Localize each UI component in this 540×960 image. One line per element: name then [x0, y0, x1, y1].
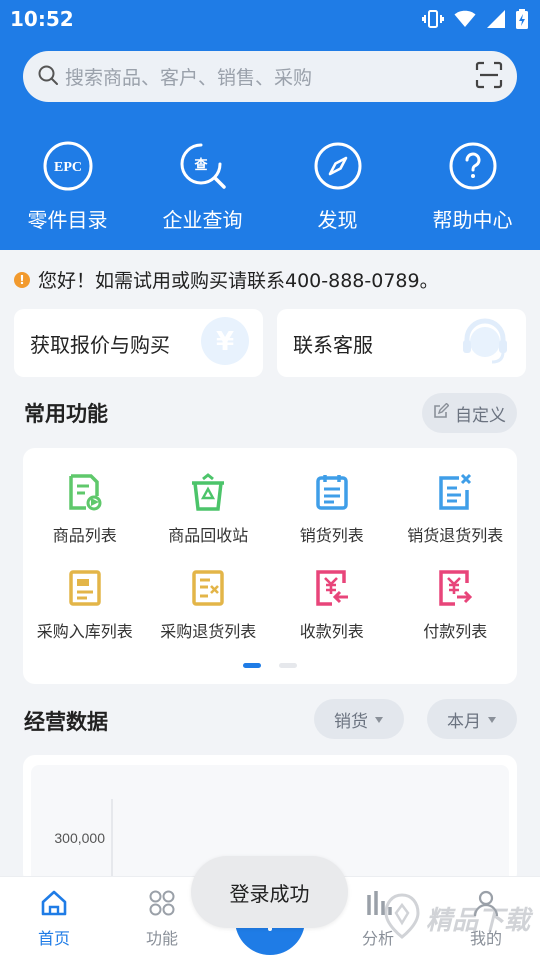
card-label: 获取报价与购买 [30, 332, 170, 357]
svg-text:¥: ¥ [216, 327, 234, 357]
common-functions-card: 商品列表 商品回收站 销货列表 销货退货列表 采购入库列表 采购退货列表 收款列… [23, 448, 517, 684]
nav-label: 功能 [145, 929, 178, 948]
status-bar: 10:52 [0, 0, 540, 38]
page-dot-1[interactable] [243, 663, 261, 668]
compass-icon [310, 138, 366, 194]
purchase-return-icon [188, 568, 228, 608]
svg-text:EPC: EPC [54, 160, 82, 175]
scan-icon[interactable] [475, 61, 503, 93]
headset-icon [456, 312, 514, 374]
card-label: 联系客服 [293, 332, 373, 357]
function-label: 商品列表 [52, 526, 117, 545]
function-sales-list[interactable]: 销货列表 [270, 472, 394, 546]
search-bar[interactable]: 搜索商品、客户、销售、采购 [23, 51, 517, 102]
quick-item-label: 帮助中心 [432, 208, 513, 232]
quick-item-label: 零件目录 [27, 208, 108, 232]
notice-text: 您好！如需试用或购买请联系400-888-0789。 [38, 270, 439, 292]
search-icon [37, 64, 59, 90]
function-label: 收款列表 [299, 622, 364, 641]
period-value: 本月 [447, 711, 481, 732]
payment-icon [435, 568, 475, 608]
status-time: 10:52 [10, 7, 74, 31]
function-purchase-return-list[interactable]: 采购退货列表 [147, 568, 271, 642]
function-receipt-list[interactable]: 收款列表 [270, 568, 394, 642]
action-cards: 获取报价与购买 ¥ 联系客服 [14, 309, 526, 377]
toast-message: 登录成功 [191, 856, 348, 928]
epc-icon: EPC [40, 138, 96, 194]
nav-label: 首页 [37, 929, 70, 948]
quote-purchase-card[interactable]: 获取报价与购买 ¥ [14, 309, 263, 377]
business-data-title: 经营数据 [24, 710, 108, 734]
function-grid: 商品列表 商品回收站 销货列表 销货退货列表 采购入库列表 采购退货列表 收款列… [23, 472, 517, 642]
function-label: 采购入库列表 [36, 622, 133, 641]
page-indicator [23, 663, 517, 668]
quick-item-discover[interactable]: 发现 [270, 138, 405, 233]
function-label: 销货列表 [299, 526, 364, 545]
function-label: 销货退货列表 [407, 526, 504, 545]
common-functions-title: 常用功能 [24, 402, 108, 426]
caret-down-icon [487, 709, 497, 729]
vibrate-icon [422, 9, 444, 29]
edit-icon [433, 402, 450, 424]
sales-return-icon [435, 472, 475, 512]
battery-icon [516, 9, 528, 29]
help-icon [445, 138, 501, 194]
function-sales-return-list[interactable]: 销货退货列表 [394, 472, 518, 546]
purchase-inbound-icon [65, 568, 105, 608]
sales-type-select[interactable]: 销货 [314, 699, 404, 739]
period-select[interactable]: 本月 [427, 699, 517, 739]
watermark: 精品下载 [382, 880, 538, 956]
enterprise-search-icon: 查 [175, 138, 231, 194]
customize-label: 自定义 [455, 405, 506, 426]
quick-item-enterprise-search[interactable]: 查 企业查询 [135, 138, 270, 233]
sales-list-icon [312, 472, 352, 512]
product-list-icon [65, 472, 105, 512]
quick-item-parts-catalog[interactable]: EPC 零件目录 [0, 138, 135, 233]
quick-item-label: 发现 [317, 208, 358, 232]
search-input[interactable]: 搜索商品、客户、销售、采购 [65, 63, 475, 90]
function-label: 采购退货列表 [160, 622, 257, 641]
watermark-logo-icon [382, 891, 422, 945]
function-label: 商品回收站 [168, 526, 249, 545]
function-product-list[interactable]: 商品列表 [23, 472, 147, 546]
nav-home[interactable]: 首页 [0, 877, 108, 960]
wifi-icon [454, 10, 476, 28]
header: 10:52 搜索商品、客户、销售、采购 EPC 零件目录 查 企业查询 发现 帮… [0, 0, 540, 250]
quick-nav: EPC 零件目录 查 企业查询 发现 帮助中心 [0, 138, 540, 233]
home-icon [40, 889, 68, 921]
quick-item-help-center[interactable]: 帮助中心 [405, 138, 540, 233]
quick-item-label: 企业查询 [162, 208, 243, 232]
function-payment-list[interactable]: 付款列表 [394, 568, 518, 642]
grid-icon [148, 889, 176, 921]
page-dot-2[interactable] [279, 663, 297, 668]
customize-button[interactable]: 自定义 [422, 393, 517, 433]
function-product-recycle-bin[interactable]: 商品回收站 [147, 472, 271, 546]
notice-bar: ! 您好！如需试用或购买请联系400-888-0789。 [14, 266, 439, 293]
receipt-icon [312, 568, 352, 608]
sales-type-value: 销货 [334, 711, 368, 732]
alert-icon: ! [14, 271, 30, 288]
function-label: 付款列表 [423, 622, 488, 641]
watermark-text: 精品下载 [426, 905, 531, 936]
system-icons [422, 9, 528, 29]
function-purchase-inbound-list[interactable]: 采购入库列表 [23, 568, 147, 642]
recycle-bin-icon [188, 472, 228, 512]
customer-service-card[interactable]: 联系客服 [277, 309, 526, 377]
yen-icon: ¥ [199, 315, 251, 371]
y-tick-label: 300,000 [54, 830, 105, 846]
signal-icon [486, 10, 506, 28]
svg-text:查: 查 [193, 157, 208, 173]
caret-down-icon [374, 709, 384, 729]
